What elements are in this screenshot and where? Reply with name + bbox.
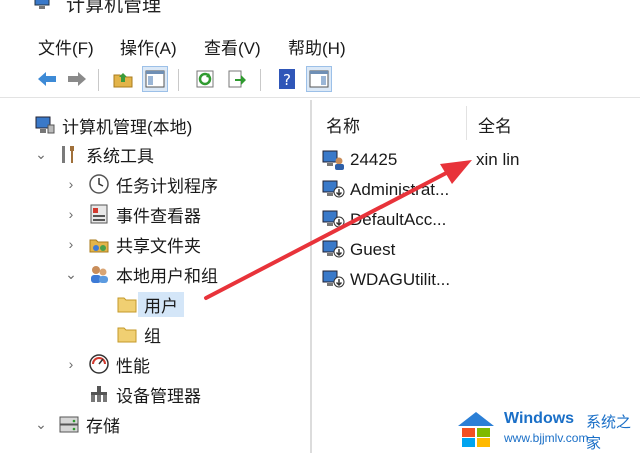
computer-management-icon [34,114,56,136]
tools-icon [58,143,80,165]
tree-system-tools[interactable]: ⌄ 系统工具 [34,140,154,168]
chevron-down-icon[interactable]: ⌄ [34,146,48,163]
help-icon[interactable]: ? [274,66,300,92]
watermark: Windows 系统之家 www.bjjmlv.com [450,404,640,452]
list-item[interactable]: 24425 [322,146,397,174]
tree-performance-label: 性能 [116,356,150,376]
menu-file[interactable]: 文件(F) [38,34,94,59]
refresh-icon[interactable] [192,66,218,92]
tree-performance[interactable]: › 性能 [64,350,150,378]
toolbar: ? [0,62,640,98]
chevron-right-icon[interactable]: › [64,176,78,192]
chevron-right-icon[interactable]: › [64,356,78,372]
tree-event-viewer[interactable]: › 事件查看器 [64,200,201,228]
toolbar-separator [260,69,261,91]
user-name: Guest [350,240,396,259]
tree-storage[interactable]: ⌄ 存储 [34,410,120,438]
console-tree: 计算机管理(本地) ⌄ 系统工具 › 任务计划程序 › 事件查看器 › 共享文件… [0,100,312,453]
tree-task-scheduler[interactable]: › 任务计划程序 [64,170,218,198]
user-name: 24425 [350,150,398,169]
list-item[interactable]: Administrat... [322,176,449,204]
chevron-down-icon[interactable]: ⌄ [64,266,78,283]
export-icon[interactable] [224,66,250,92]
user-disabled-icon [322,269,346,291]
user-disabled-icon [322,179,346,201]
watermark-url: www.bjjmlv.com [504,431,589,445]
user-name: Administrat... [350,180,450,199]
tree-device-manager[interactable]: › 设备管理器 [64,380,201,408]
users-group-icon [88,263,110,285]
list-item[interactable]: WDAGUtilit... [322,266,450,294]
chevron-down-icon[interactable]: ⌄ [34,416,48,433]
show-action-pane-icon[interactable] [306,66,332,92]
window-title: 计算机管理 [66,0,162,16]
device-manager-icon [88,383,110,405]
tree-shared-folders-label: 共享文件夹 [116,236,201,256]
folder-up-icon[interactable] [110,66,136,92]
user-disabled-icon [322,239,346,261]
folder-icon [116,323,138,345]
computer-management-icon [34,0,54,10]
user-name: DefaultAcc... [350,210,447,229]
menu-action[interactable]: 操作(A) [120,34,177,59]
windows-logo-icon [458,412,494,447]
toolbar-separator [98,69,99,91]
tree-local-users-groups[interactable]: ⌄ 本地用户和组 [64,260,218,288]
forward-icon[interactable] [64,66,90,92]
tree-users[interactable]: 用户 [116,290,184,318]
menu-bar: 文件(F) 操作(A) 查看(V) 帮助(H) [0,30,640,60]
shared-folder-icon [88,233,110,255]
column-header-name[interactable]: 名称 [326,112,360,137]
user-disabled-icon [322,209,346,231]
user-icon [322,149,346,171]
user-fullname: xin lin [476,150,520,169]
tree-device-manager-label: 设备管理器 [116,386,201,406]
chevron-right-icon[interactable]: › [64,236,78,252]
tree-root-label: 计算机管理(本地) [62,117,193,137]
chevron-right-icon[interactable]: › [64,206,78,222]
tree-local-users-groups-label: 本地用户和组 [116,266,218,286]
tree-storage-label: 存储 [86,416,120,436]
tree-groups[interactable]: 组 [116,320,161,348]
back-icon[interactable] [34,66,60,92]
tree-groups-label: 组 [144,326,161,346]
tree-event-viewer-label: 事件查看器 [116,206,201,226]
clock-icon [88,173,110,195]
user-name: WDAGUtilit... [350,270,451,289]
performance-icon [88,353,110,375]
list-item[interactable]: DefaultAcc... [322,206,446,234]
menu-help[interactable]: 帮助(H) [288,34,346,59]
tree-users-label: 用户 [138,291,184,317]
title-bar: 计算机管理 [0,0,640,22]
svg-text:?: ? [283,71,291,89]
folder-icon [116,293,138,315]
show-tree-icon[interactable] [142,66,168,92]
storage-icon [58,413,80,435]
toolbar-separator [178,69,179,91]
column-header-fullname[interactable]: 全名 [478,112,512,137]
event-viewer-icon [88,203,110,225]
tree-system-tools-label: 系统工具 [86,146,154,166]
list-item[interactable]: Guest [322,236,395,264]
menu-view[interactable]: 查看(V) [204,34,261,59]
watermark-brand: Windows [504,410,575,427]
watermark-brand-suffix: 系统之家 [586,414,632,452]
tree-task-scheduler-label: 任务计划程序 [116,176,218,196]
tree-shared-folders[interactable]: › 共享文件夹 [64,230,201,258]
column-divider[interactable] [466,106,467,140]
tree-root[interactable]: 计算机管理(本地) [34,111,192,139]
